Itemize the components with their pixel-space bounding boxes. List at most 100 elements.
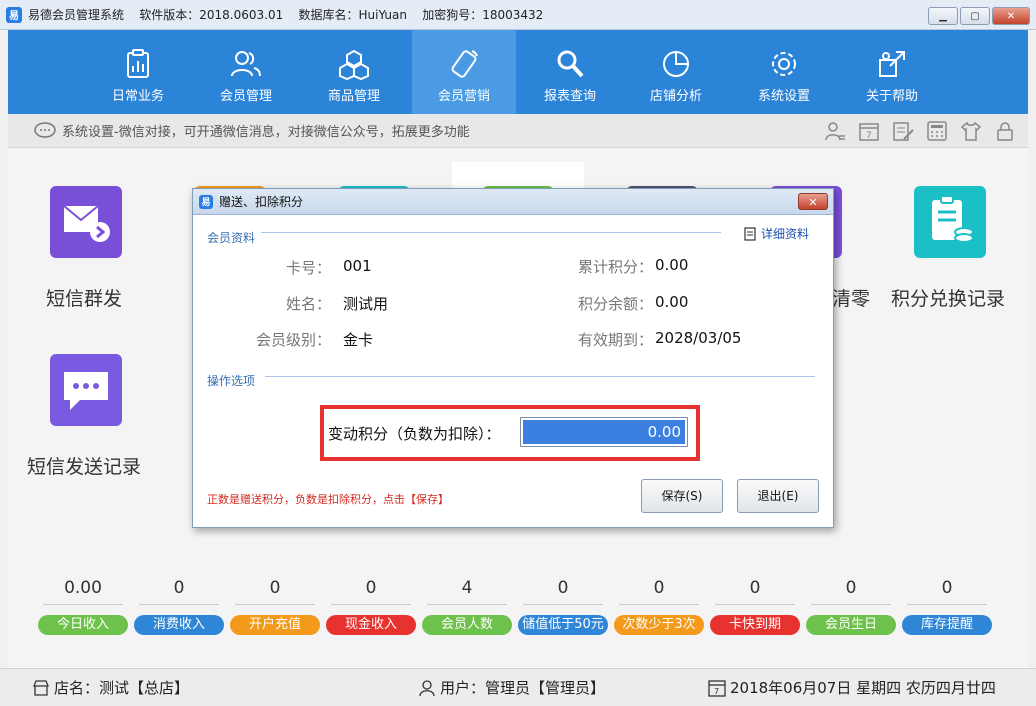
nav-item-marketing[interactable]: 会员营销	[412, 30, 516, 114]
dialog-title: 赠送、扣除积分	[219, 195, 304, 209]
store-info: 店名：测试【总店】	[32, 677, 189, 698]
gear-icon	[772, 52, 796, 76]
boxes-icon	[339, 49, 369, 80]
member-search-icon[interactable]	[824, 121, 846, 141]
help-icon	[879, 51, 905, 77]
change-points-input[interactable]: 0.00	[520, 417, 688, 447]
notice-text[interactable]: 系统设置-微信对接，可开通微信消息，对接微信公众号，拓展更多功能	[62, 121, 470, 140]
stat-consume-income[interactable]: 0 消费收入	[134, 578, 224, 635]
calculator-icon[interactable]	[926, 121, 948, 141]
operation-section-title: 操作选项	[207, 374, 256, 388]
stat-value: 0	[749, 578, 761, 598]
stat-value: 0	[269, 578, 281, 598]
main-nav: 日常业务 会员管理 商品管理 会员营销 报表查询 店铺分析 系统设置 关于帮助	[8, 30, 1028, 114]
sms-bulk-label: 短信群发	[46, 288, 123, 310]
stat-label: 现金收入	[326, 615, 416, 635]
stat-label: 开户充值	[230, 615, 320, 635]
dialog-close-button[interactable]: ✕	[798, 193, 828, 210]
name-value: 测试用	[343, 295, 389, 313]
stat-label: 会员生日	[806, 615, 896, 635]
document-icon	[744, 226, 756, 241]
nav-item-settings[interactable]: 系统设置	[732, 30, 836, 114]
minimize-button[interactable]: ▁	[928, 7, 958, 25]
section-divider	[265, 376, 815, 377]
stat-label: 库存提醒	[902, 615, 992, 635]
card-label: 卡号：	[285, 259, 331, 277]
pie-chart-icon	[663, 51, 689, 77]
app-logo-icon: 易	[6, 6, 22, 23]
window-controls: ▁ ▢ ✕	[928, 7, 1030, 25]
change-points-highlight: 变动积分（负数为扣除）： 0.00	[320, 405, 700, 461]
clipboard-coins-icon	[932, 195, 974, 243]
store-icon	[33, 679, 49, 696]
stat-value: 0	[365, 578, 377, 598]
stat-value: 0	[557, 578, 569, 598]
nav-item-products[interactable]: 商品管理	[302, 30, 406, 114]
total-points-label: 累计积分：	[577, 258, 653, 276]
stat-low-balance[interactable]: 0 储值低于50元	[518, 578, 608, 635]
balance-label: 积分余额：	[577, 295, 653, 313]
stat-value: 0	[941, 578, 953, 598]
points-clear-label: 清零	[832, 288, 871, 310]
detail-link[interactable]: 详细资料	[743, 225, 809, 242]
change-points-label: 变动积分（负数为扣除）：	[328, 425, 501, 443]
lock-icon[interactable]	[994, 121, 1016, 141]
stat-cash-income[interactable]: 0 现金收入	[326, 578, 416, 635]
stat-card-expiring[interactable]: 0 卡快到期	[710, 578, 800, 635]
window-title: 易德会员管理系统 软件版本：2018.0603.01 数据库名：HuiYuan …	[28, 8, 544, 22]
nav-item-analysis[interactable]: 店铺分析	[624, 30, 728, 114]
current-date: 2018年06月07日 星期四 农历四月廿四	[730, 679, 996, 697]
card-value: 001	[343, 257, 372, 275]
level-value: 金卡	[343, 331, 374, 349]
edit-note-icon[interactable]	[892, 121, 914, 141]
level-label: 会员级别：	[255, 331, 331, 349]
nav-label: 报表查询	[543, 89, 596, 104]
name-label: 姓名：	[285, 295, 331, 313]
hint-text: 正数是赠送积分，负数是扣除积分，点击【保存】	[207, 493, 449, 506]
nav-label: 会员管理	[219, 89, 272, 104]
chat-bubble-icon	[34, 121, 56, 138]
exit-button[interactable]: 退出(E)	[737, 479, 819, 513]
nav-label: 店铺分析	[649, 89, 702, 104]
sms-bulk-tile[interactable]	[50, 186, 122, 258]
stat-today-income[interactable]: 0.00 今日收入	[38, 578, 128, 635]
nav-item-help[interactable]: 关于帮助	[840, 30, 944, 114]
save-button[interactable]: 保存(S)	[641, 479, 723, 513]
stat-value: 0.00	[64, 578, 102, 598]
stat-label: 今日收入	[38, 615, 128, 635]
nav-label: 日常业务	[111, 89, 164, 104]
stat-stock-alert[interactable]: 0 库存提醒	[902, 578, 992, 635]
stat-member-count[interactable]: 4 会员人数	[422, 578, 512, 635]
nav-item-daily[interactable]: 日常业务	[86, 30, 190, 114]
sms-log-tile[interactable]	[50, 354, 122, 426]
shirt-icon[interactable]	[960, 121, 982, 141]
stat-birthday[interactable]: 0 会员生日	[806, 578, 896, 635]
store-name: 店名：测试【总店】	[54, 679, 190, 697]
nav-label: 商品管理	[327, 89, 380, 104]
sms-log-label: 短信发送记录	[27, 456, 142, 478]
stat-low-count[interactable]: 0 次数少于3次	[614, 578, 704, 635]
nav-label: 会员营销	[437, 89, 490, 104]
close-button[interactable]: ✕	[992, 7, 1030, 25]
expire-value: 2028/03/05	[655, 329, 742, 347]
svg-text:7: 7	[866, 131, 872, 141]
date-info: 7 2018年06月07日 星期四 农历四月廿四	[708, 677, 996, 698]
stat-label: 卡快到期	[710, 615, 800, 635]
calendar-icon: 7	[708, 679, 726, 697]
stat-label: 会员人数	[422, 615, 512, 635]
nav-item-members[interactable]: 会员管理	[194, 30, 298, 114]
nav-item-reports[interactable]: 报表查询	[518, 30, 622, 114]
stat-recharge[interactable]: 0 开户充值	[230, 578, 320, 635]
balance-value: 0.00	[655, 293, 689, 311]
notice-bar: 系统设置-微信对接，可开通微信消息，对接微信公众号，拓展更多功能 7	[8, 114, 1028, 148]
envelope-send-icon	[63, 205, 110, 242]
users-icon	[231, 51, 261, 77]
points-exchange-tile[interactable]	[914, 186, 986, 258]
calendar-icon[interactable]: 7	[858, 121, 880, 141]
phone-tilt-icon	[451, 50, 478, 78]
nav-label: 系统设置	[757, 89, 810, 104]
member-info-section-title: 会员资料	[207, 231, 256, 245]
nav-label: 关于帮助	[865, 89, 918, 104]
window-titlebar: 易 易德会员管理系统 软件版本：2018.0603.01 数据库名：HuiYua…	[0, 0, 1036, 30]
maximize-button[interactable]: ▢	[960, 7, 990, 25]
